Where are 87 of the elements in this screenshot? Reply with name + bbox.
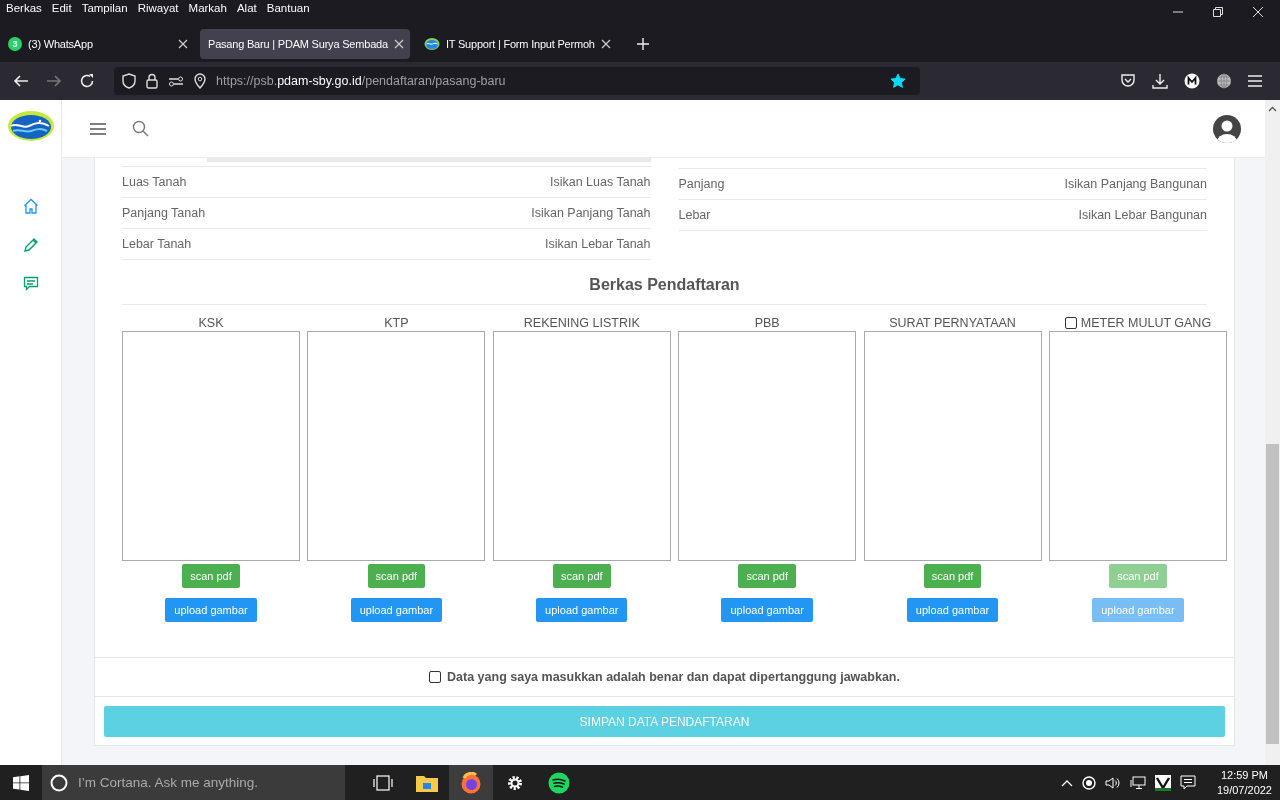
pocket-icon[interactable]	[1120, 73, 1136, 89]
settings-icon[interactable]	[506, 773, 524, 792]
address-bar[interactable]: https://psb.pdam-sby.go.id/pendaftaran/pasang-baru	[114, 67, 920, 95]
permissions-icon	[168, 75, 184, 87]
menu-item[interactable]: Alat	[236, 2, 257, 14]
pencil-icon[interactable]	[22, 237, 39, 253]
clock-time[interactable]: 12:59 PM	[1220, 767, 1268, 783]
home-icon[interactable]	[22, 198, 39, 214]
field-label: Panjang	[678, 177, 725, 191]
chat-icon[interactable]	[22, 276, 39, 292]
reload-icon[interactable]	[79, 73, 95, 89]
document-title: PBB	[754, 315, 780, 330]
cortana-ring-icon	[50, 773, 68, 792]
upload-image-button[interactable]: upload gambar	[350, 598, 443, 622]
wave-logo-icon[interactable]	[6, 109, 55, 143]
shield-icon	[122, 73, 136, 89]
close-tab-icon[interactable]	[393, 39, 404, 49]
url-text: https://psb.pdam-sby.go.id/pendaftaran/pasang-baru	[216, 74, 507, 88]
input-field[interactable]: Isikan Lebar Bangunan	[710, 208, 1207, 222]
input-field[interactable]: Isikan Lebar Tanah	[191, 237, 651, 251]
chevron-up-icon[interactable]	[1060, 778, 1073, 787]
input-field[interactable]: Isikan Panjang Bangunan	[724, 177, 1207, 191]
agreement-text: Data yang saya masukkan adalah benar dan dapat dipertanggung jawabkan.	[447, 670, 900, 684]
menu-item[interactable]: Bantuan	[266, 2, 310, 14]
search-icon[interactable]	[132, 120, 149, 137]
scan-pdf-button[interactable]: scan pdf	[738, 564, 796, 588]
scan-pdf-button[interactable]: scan pdf	[553, 564, 611, 588]
wave-logo-icon	[423, 36, 440, 52]
scroll-thumb[interactable]	[1266, 444, 1279, 744]
network-icon[interactable]	[1129, 775, 1146, 790]
record-icon[interactable]	[1081, 775, 1096, 790]
scan-pdf-button[interactable]: scan pdf	[923, 564, 982, 588]
menu-item[interactable]: Markah	[188, 2, 227, 14]
document-title: KSK	[198, 315, 224, 330]
section-title: Berkas Pendaftaran	[122, 260, 1207, 305]
checkbox[interactable]	[429, 671, 442, 683]
scrollbar[interactable]	[1265, 100, 1280, 765]
restore-icon[interactable]	[1212, 6, 1224, 18]
notification-icon[interactable]	[1179, 775, 1196, 790]
globe-icon[interactable]	[1216, 73, 1232, 89]
menu-item[interactable]: Riwayat	[137, 2, 179, 14]
upload-image-button[interactable]: upload gambar	[165, 598, 257, 622]
input-field[interactable]: Isikan Luas Tanah	[186, 175, 651, 189]
close-tab-icon[interactable]	[600, 39, 611, 49]
browser-tab[interactable]: Pasang Baru | PDAM Surya Sembada	[200, 29, 410, 59]
spotify-icon[interactable]	[548, 771, 570, 794]
app-tray-icon[interactable]	[1154, 774, 1171, 791]
document-title: METER MULUT GANG	[1080, 315, 1212, 330]
field-label: Lebar	[678, 208, 711, 222]
back-icon[interactable]	[13, 73, 29, 89]
upload-image-button[interactable]: upload gambar	[536, 598, 628, 622]
browser-tab[interactable]: 3 (3) WhatsApp	[0, 29, 194, 59]
field-label: Panjang Tanah	[122, 206, 206, 220]
upload-image-button[interactable]: upload gambar	[906, 598, 999, 622]
browser-tab[interactable]: IT Support | Form Input Permoh	[415, 29, 617, 59]
task-view-icon[interactable]	[373, 774, 393, 791]
upload-image-button[interactable]: upload gambar	[721, 598, 813, 622]
menu-item[interactable]: Tampilan	[81, 2, 128, 14]
forward-icon[interactable]	[46, 73, 62, 89]
search-box[interactable]: I’m Cortana. Ask me anything.	[42, 765, 345, 800]
new-tab-icon[interactable]	[636, 38, 649, 50]
close-icon[interactable]	[1252, 6, 1264, 18]
document-title: KTP	[384, 315, 409, 330]
input-field[interactable]: Isikan Panjang Tanah	[205, 206, 651, 220]
menu-icon[interactable]	[90, 122, 106, 135]
scan-pdf-button[interactable]: scan pdf	[182, 564, 240, 588]
lock-icon	[146, 73, 158, 89]
scan-pdf-button[interactable]: scan pdf	[367, 564, 426, 588]
document-title: REKENING LISTRIK	[523, 315, 640, 330]
field-label: Luas Tanah	[122, 175, 187, 189]
location-pin-icon	[194, 73, 206, 89]
menu-item[interactable]: Edit	[51, 2, 72, 14]
speaker-icon[interactable]	[1104, 775, 1121, 790]
close-tab-icon[interactable]	[178, 39, 188, 49]
field-label: Lebar Tanah	[122, 237, 192, 251]
download-icon[interactable]	[1152, 73, 1168, 89]
whatsapp-badge: 3	[8, 37, 22, 51]
extension-icon[interactable]	[1184, 73, 1200, 89]
windows-start-icon[interactable]	[13, 774, 29, 791]
star-icon[interactable]	[890, 73, 906, 89]
menu-item[interactable]: Berkas	[6, 2, 42, 14]
scroll-up-icon[interactable]	[1268, 106, 1277, 112]
clock-date[interactable]: 19/07/2022	[1216, 782, 1272, 798]
document-title: SURAT PERNYATAAN	[889, 315, 1016, 330]
folder-icon[interactable]	[416, 773, 438, 792]
firefox-icon[interactable]	[460, 771, 482, 794]
user-avatar-icon[interactable]	[1213, 114, 1241, 143]
